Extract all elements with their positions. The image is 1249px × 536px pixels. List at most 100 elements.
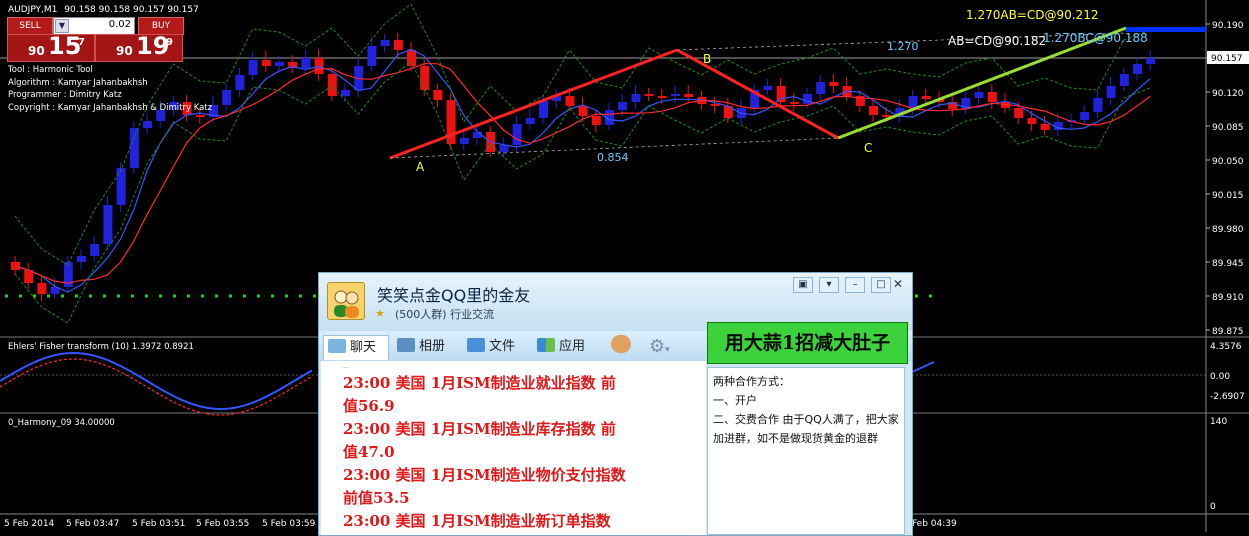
- time-tick-label: 5 Feb 03:47: [66, 519, 119, 529]
- candle-body: [921, 96, 931, 99]
- indicator-info: Tool : Harmonic Tool Algorithm : Kamyar …: [8, 64, 212, 114]
- candle-body: [1133, 64, 1142, 74]
- candle-body: [275, 62, 284, 66]
- candle-body: [1146, 58, 1156, 64]
- lot-down-arrow-icon[interactable]: ▼: [55, 19, 69, 33]
- candle-body: [776, 86, 786, 102]
- candle-body: [578, 106, 588, 116]
- candle-body: [710, 104, 720, 106]
- info-copyright: Copyright : Kamyar Jahanbakhsh & Dimitry…: [8, 102, 213, 113]
- fisher-axis-label: -2.6907: [1210, 392, 1245, 402]
- chat-message-line: 前值53.5: [343, 489, 410, 507]
- tab-album[interactable]: 相册: [397, 335, 445, 359]
- maximize-icon[interactable]: □: [871, 277, 891, 293]
- qq-group-chat-window[interactable]: 笑笑点金QQ里的金友 ★ (500人群) 行业交流 ▣ ▾ – □ ✕ 聊天 相…: [318, 272, 913, 536]
- add-member-icon[interactable]: [611, 335, 635, 359]
- candle-body: [129, 128, 139, 168]
- candle-body: [380, 40, 390, 46]
- time-tick-label: 5 Feb 2014: [4, 519, 55, 529]
- candle-body: [222, 90, 232, 105]
- price-tick-label: 90.085: [1212, 123, 1244, 133]
- settings-gear-icon[interactable]: ⚙▾: [649, 335, 670, 359]
- candle-body: [869, 106, 878, 115]
- price-tick-label: 90.015: [1212, 191, 1244, 201]
- ad-banner[interactable]: 用大蒜1招减大肚子: [707, 322, 908, 364]
- candle-body: [1027, 118, 1037, 124]
- fisher-transform-line-right: [911, 361, 935, 373]
- tab-apps-label: 应用: [559, 339, 586, 354]
- time-tick-label: Feb 04:39: [912, 519, 957, 529]
- sell-price[interactable]: 90 15 7: [7, 32, 95, 62]
- dropdown-icon[interactable]: ▾: [819, 277, 839, 293]
- point-b-label: B: [703, 52, 712, 66]
- harmony-axis-label: 0: [1210, 502, 1216, 512]
- candle-body: [671, 94, 680, 96]
- chat-message-line: 23:00 美国 1月ISM制造业新订单指数: [343, 512, 611, 530]
- fisher-indicator-title: Ehlers' Fisher transform (10) 1.3972 0.8…: [8, 342, 194, 352]
- candle-body: [499, 145, 509, 152]
- price-tick-label: 90.190: [1212, 21, 1244, 31]
- group-title: 笑笑点金QQ里的金友: [377, 286, 531, 305]
- group-avatar-icon[interactable]: [327, 282, 365, 320]
- sell-price-fraction: 7: [78, 37, 85, 48]
- tab-files[interactable]: 文件: [467, 335, 515, 359]
- candle-body: [565, 96, 575, 106]
- target-label-1: 1.270AB=CD@90.212: [966, 8, 1099, 22]
- target-label-3: 1.270BC@90.188: [1043, 31, 1148, 45]
- time-tick-label: 5 Feb 03:51: [132, 519, 185, 529]
- candle-body: [657, 96, 667, 98]
- close-icon[interactable]: ✕: [889, 277, 907, 291]
- tab-apps[interactable]: 应用: [537, 335, 585, 359]
- ohlc-values: 90.158 90.158 90.157 90.157: [64, 5, 199, 15]
- group-star-icon: ★: [375, 307, 385, 320]
- chat-message-line: 23:00 美国 1月ISM制造业物价支付指数: [343, 466, 626, 484]
- candle-body: [393, 40, 403, 50]
- candle-body: [301, 58, 311, 68]
- symbol: AUDJPY,M1: [8, 5, 58, 15]
- candle-body: [644, 94, 654, 96]
- announcement-line: 两种合作方式：: [713, 375, 790, 388]
- symbol-label: AUDJPY,M1 90.158 90.158 90.157 90.157: [8, 5, 199, 15]
- lot-size-value: 0.02: [108, 19, 131, 30]
- price-tick-label: 89.980: [1212, 225, 1244, 235]
- skin-icon[interactable]: ▣: [793, 277, 813, 293]
- announcement-line: 二、交费合作 由于QQ人满了，把大家加进群，如不是做现货黄金的退群: [713, 413, 899, 445]
- info-algorithm: Algorithm : Kamyar Jahanbakhsh: [8, 77, 148, 88]
- candle-body: [1080, 112, 1090, 120]
- candle-body: [261, 60, 271, 66]
- buy-price[interactable]: 90 19 9: [95, 32, 183, 62]
- candle-body: [631, 94, 641, 102]
- point-c-label: C: [864, 141, 873, 155]
- info-tool: Tool : Harmonic Tool: [8, 65, 93, 75]
- ratio-label-bc-ext: 1.270: [887, 40, 919, 53]
- candle-body: [37, 283, 47, 294]
- sell-price-pips: 15: [48, 32, 82, 60]
- tab-chat[interactable]: 聊天: [323, 335, 389, 360]
- chat-message-area[interactable]: 23:00 美国 1月ISM制造业就业指数 前 值56.9 23:00 美国 1…: [321, 361, 706, 535]
- candle-body: [539, 101, 548, 118]
- candle-body: [341, 90, 350, 96]
- candle-body: [829, 82, 839, 86]
- folder-icon: [467, 338, 485, 352]
- group-subtitle: (500人群) 行业交流: [395, 308, 495, 321]
- chat-bubble-icon: [328, 339, 346, 353]
- candle-body: [314, 58, 324, 74]
- candle-body: [1093, 98, 1103, 112]
- candle-body: [433, 90, 443, 100]
- candle-body: [195, 115, 205, 117]
- group-announcement-panel[interactable]: 两种合作方式： 一、开户 二、交费合作 由于QQ人满了，把大家加进群，如不是做现…: [707, 367, 905, 535]
- price-tick-label: 89.910: [1212, 293, 1244, 303]
- info-programmer: Programmer : Dimitry Katz: [8, 90, 122, 100]
- target-label-2: AB=CD@90.182: [948, 34, 1047, 48]
- ratio-label-ab-bc: 0.854: [597, 151, 629, 164]
- price-tick-label: 89.945: [1212, 259, 1244, 269]
- minimize-icon[interactable]: –: [845, 277, 865, 293]
- candle-body: [974, 92, 984, 98]
- sell-button[interactable]: SELL: [7, 17, 53, 35]
- candle-body: [90, 244, 100, 256]
- candle-body: [116, 168, 126, 205]
- apps-grid-icon: [537, 338, 555, 352]
- chat-message-line: 值47.0: [343, 443, 395, 461]
- candle-body: [103, 205, 113, 244]
- candle-body: [1040, 124, 1050, 130]
